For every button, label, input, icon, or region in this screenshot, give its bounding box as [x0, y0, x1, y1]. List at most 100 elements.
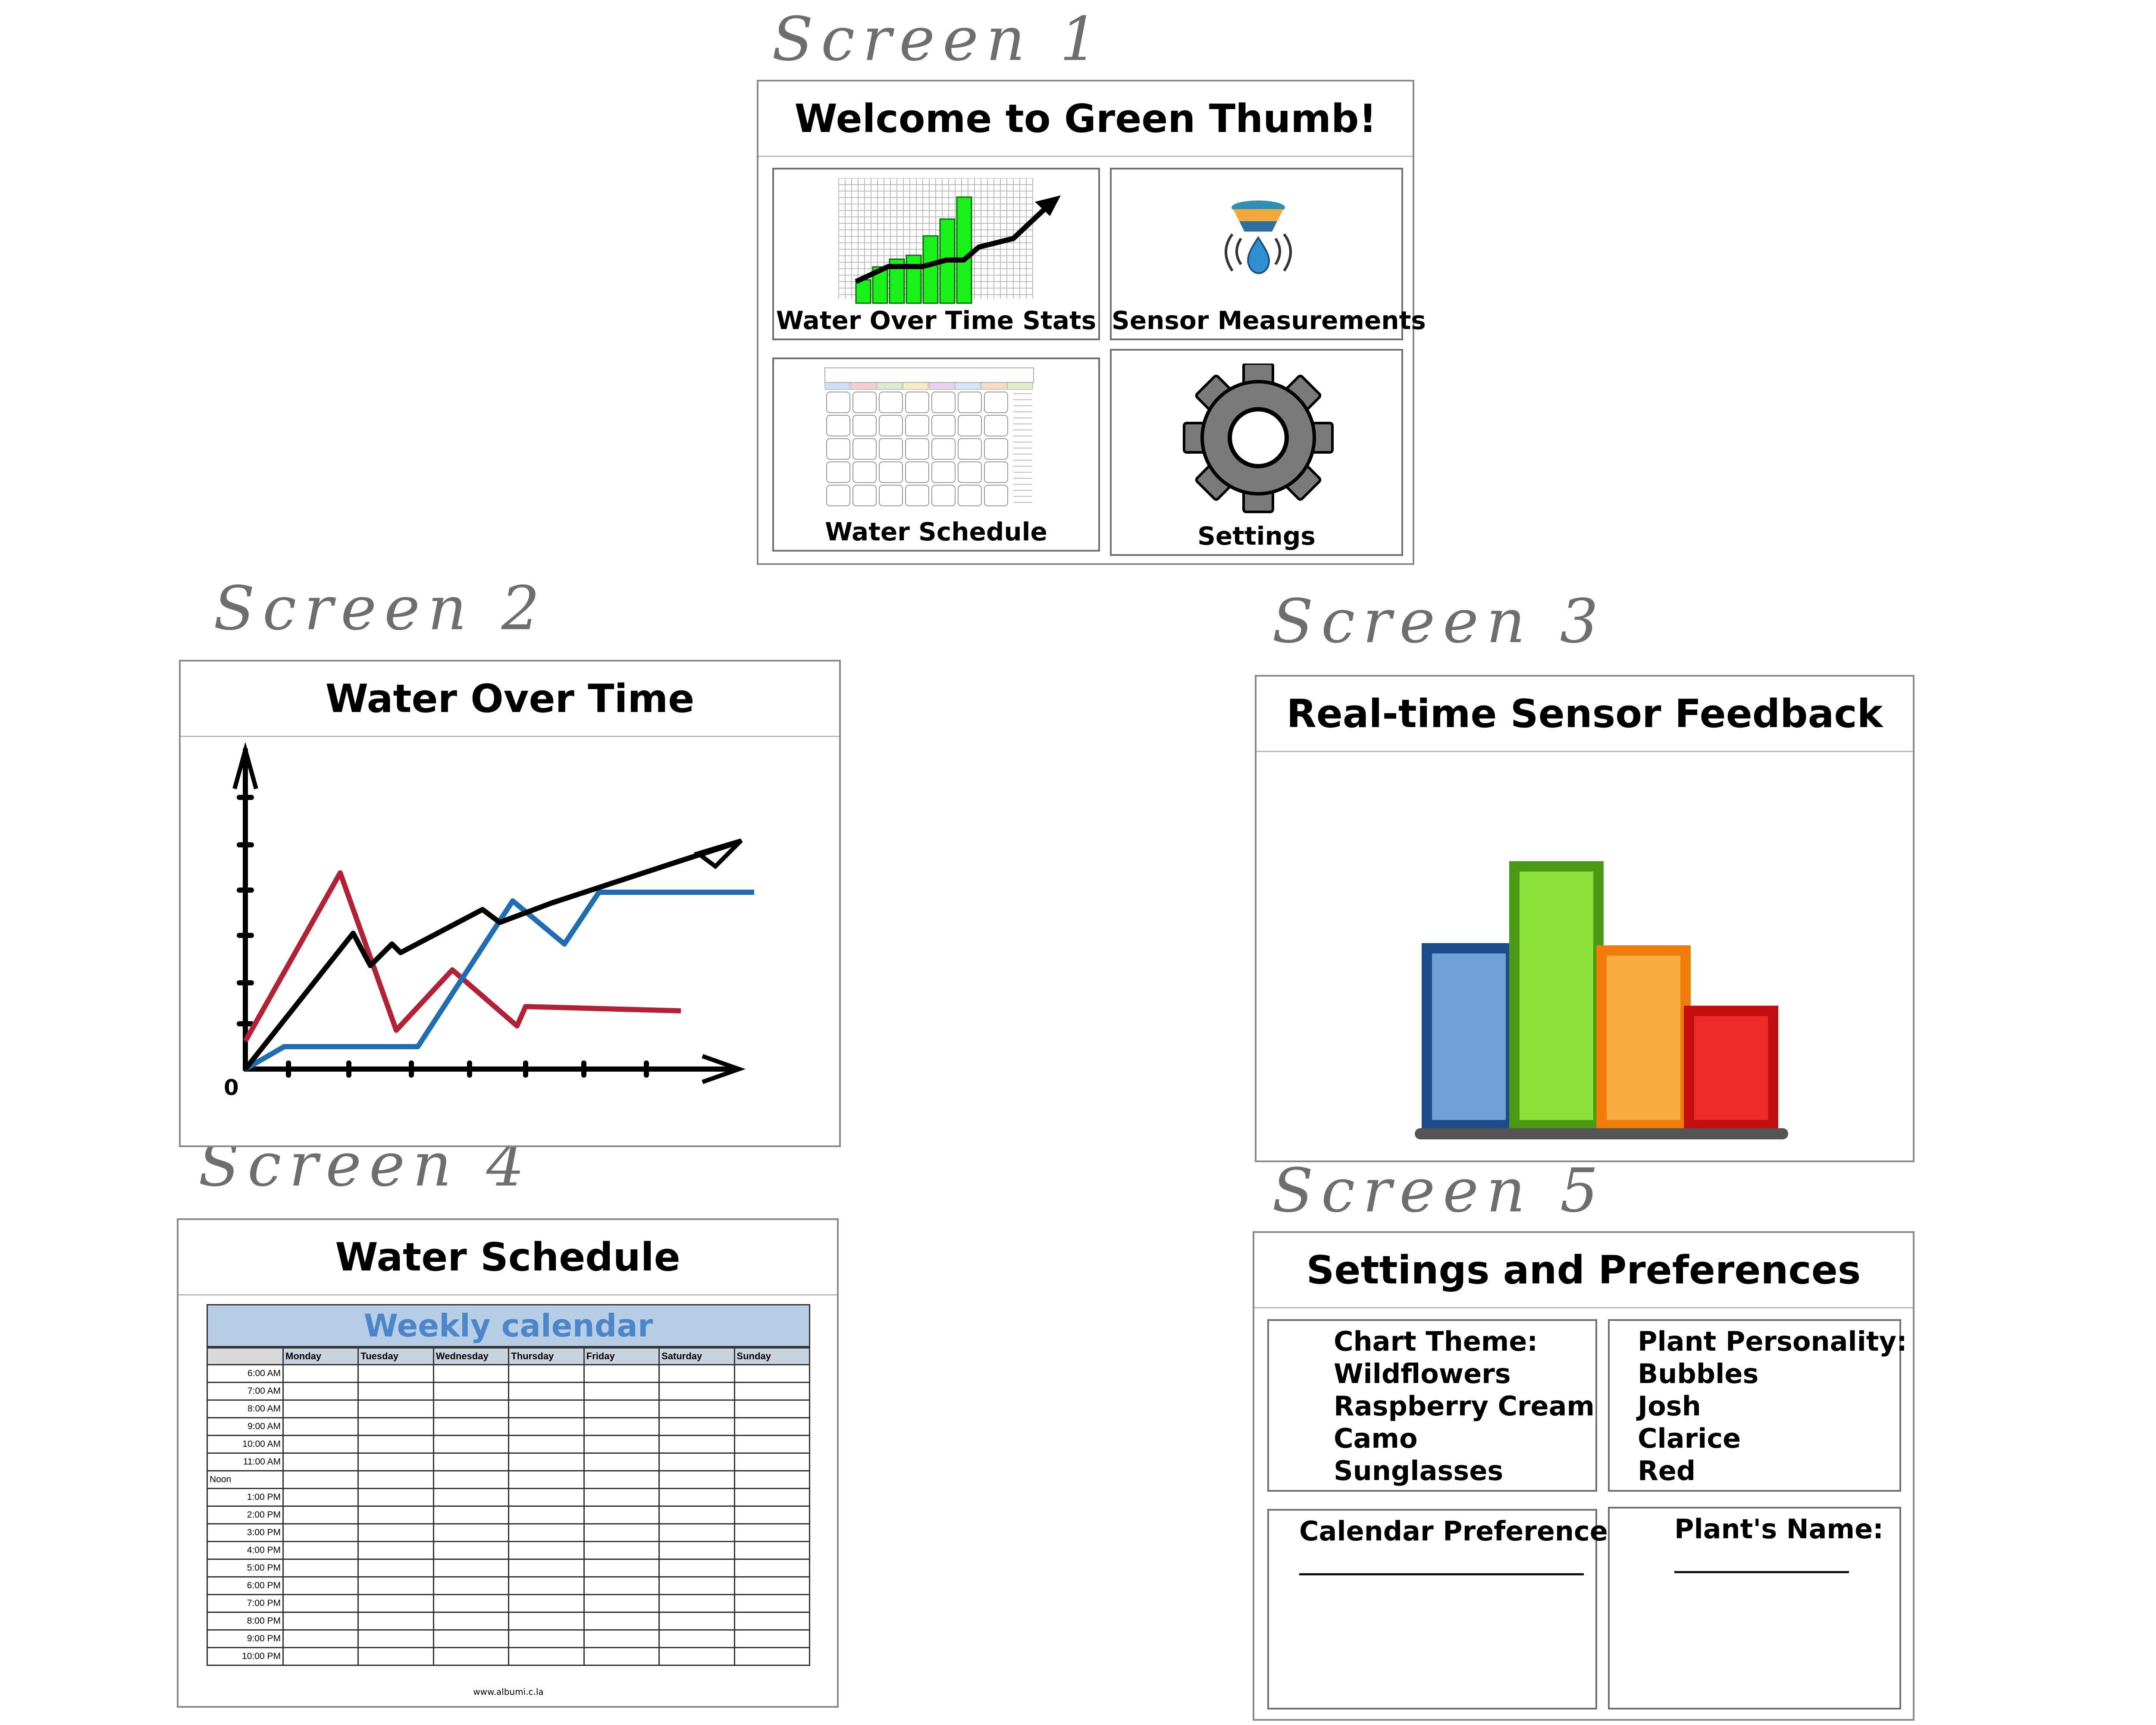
calendar-slot[interactable]: [508, 1647, 585, 1666]
calendar-slot[interactable]: [658, 1417, 735, 1436]
calendar-slot[interactable]: [357, 1488, 434, 1507]
calendar-slot[interactable]: [583, 1594, 660, 1613]
calendar-slot[interactable]: [583, 1435, 660, 1454]
calendar-slot[interactable]: [583, 1559, 660, 1578]
sensor-tile[interactable]: Sensor Measurements: [1110, 168, 1426, 340]
calendar-slot[interactable]: [583, 1523, 660, 1542]
calendar-slot[interactable]: [508, 1470, 585, 1489]
calendar-slot[interactable]: [508, 1594, 585, 1613]
calendar-slot[interactable]: [583, 1488, 660, 1507]
calendar-slot[interactable]: [282, 1523, 359, 1542]
calendar-slot[interactable]: [357, 1417, 434, 1436]
calendar-slot[interactable]: [432, 1452, 510, 1471]
calendar-slot[interactable]: [733, 1629, 811, 1648]
plant-personality-option[interactable]: Josh: [1638, 1390, 1907, 1422]
chart-theme-option[interactable]: Camo: [1334, 1422, 1595, 1455]
calendar-slot[interactable]: [282, 1559, 359, 1578]
calendar-slot[interactable]: [508, 1505, 585, 1524]
calendar-slot[interactable]: [282, 1452, 359, 1471]
calendar-slot[interactable]: [658, 1559, 735, 1578]
calendar-slot[interactable]: [432, 1612, 510, 1631]
calendar-slot[interactable]: [658, 1594, 735, 1613]
calendar-slot[interactable]: [432, 1629, 510, 1648]
calendar-slot[interactable]: [733, 1364, 811, 1383]
calendar-slot[interactable]: [508, 1452, 585, 1471]
calendar-slot[interactable]: [282, 1612, 359, 1631]
calendar-slot[interactable]: [432, 1399, 510, 1418]
calendar-slot[interactable]: [733, 1647, 811, 1666]
calendar-slot[interactable]: [583, 1452, 660, 1471]
calendar-slot[interactable]: [282, 1470, 359, 1489]
chart-theme-option[interactable]: Wildflowers: [1334, 1358, 1595, 1390]
plant-personality-box[interactable]: Plant Personality: Bubbles Josh Clarice …: [1608, 1319, 1907, 1492]
calendar-slot[interactable]: [432, 1382, 510, 1401]
calendar-slot[interactable]: [508, 1612, 585, 1631]
calendar-slot[interactable]: [583, 1576, 660, 1595]
calendar-slot[interactable]: [733, 1612, 811, 1631]
calendar-slot[interactable]: [733, 1523, 811, 1542]
calendar-slot[interactable]: [658, 1541, 735, 1560]
calendar-slot[interactable]: [658, 1612, 735, 1631]
calendar-slot[interactable]: [733, 1470, 811, 1489]
calendar-slot[interactable]: [282, 1647, 359, 1666]
calendar-slot[interactable]: [432, 1417, 510, 1436]
settings-tile[interactable]: Settings: [1110, 349, 1403, 556]
calendar-slot[interactable]: [733, 1382, 811, 1401]
calendar-slot[interactable]: [508, 1523, 585, 1542]
calendar-slot[interactable]: [357, 1594, 434, 1613]
water-stats-tile[interactable]: Water Over Time Stats: [772, 168, 1100, 340]
calendar-slot[interactable]: [658, 1452, 735, 1471]
calendar-slot[interactable]: [583, 1470, 660, 1489]
calendar-slot[interactable]: [733, 1505, 811, 1524]
calendar-slot[interactable]: [357, 1541, 434, 1560]
plant-name-input[interactable]: [1674, 1571, 1849, 1573]
calendar-preferences-box[interactable]: Calendar Preferences:: [1267, 1509, 1635, 1709]
calendar-slot[interactable]: [282, 1417, 359, 1436]
calendar-slot[interactable]: [357, 1629, 434, 1648]
calendar-slot[interactable]: [583, 1629, 660, 1648]
calendar-slot[interactable]: [282, 1382, 359, 1401]
calendar-slot[interactable]: [658, 1629, 735, 1648]
calendar-slot[interactable]: [658, 1382, 735, 1401]
calendar-slot[interactable]: [282, 1505, 359, 1524]
calendar-slot[interactable]: [282, 1541, 359, 1560]
calendar-slot[interactable]: [508, 1488, 585, 1507]
chart-theme-box[interactable]: Chart Theme: Wildflowers Raspberry Cream…: [1267, 1319, 1597, 1492]
calendar-slot[interactable]: [508, 1435, 585, 1454]
calendar-slot[interactable]: [658, 1647, 735, 1666]
calendar-slot[interactable]: [282, 1399, 359, 1418]
chart-theme-option[interactable]: Sunglasses: [1334, 1455, 1595, 1487]
calendar-slot[interactable]: [583, 1382, 660, 1401]
calendar-slot[interactable]: [733, 1452, 811, 1471]
calendar-slot[interactable]: [733, 1594, 811, 1613]
calendar-slot[interactable]: [508, 1576, 585, 1595]
calendar-slot[interactable]: [583, 1541, 660, 1560]
plant-personality-option[interactable]: Clarice: [1638, 1422, 1907, 1455]
calendar-slot[interactable]: [658, 1470, 735, 1489]
calendar-slot[interactable]: [508, 1382, 585, 1401]
calendar-slot[interactable]: [658, 1488, 735, 1507]
calendar-slot[interactable]: [357, 1470, 434, 1489]
calendar-slot[interactable]: [583, 1364, 660, 1383]
calendar-slot[interactable]: [658, 1576, 735, 1595]
calendar-slot[interactable]: [733, 1417, 811, 1436]
calendar-slot[interactable]: [357, 1559, 434, 1578]
calendar-slot[interactable]: [357, 1647, 434, 1666]
calendar-slot[interactable]: [432, 1647, 510, 1666]
calendar-slot[interactable]: [508, 1559, 585, 1578]
calendar-slot[interactable]: [432, 1505, 510, 1524]
calendar-slot[interactable]: [583, 1647, 660, 1666]
calendar-slot[interactable]: [658, 1435, 735, 1454]
calendar-slot[interactable]: [432, 1435, 510, 1454]
calendar-slot[interactable]: [357, 1576, 434, 1595]
calendar-slot[interactable]: [432, 1523, 510, 1542]
calendar-slot[interactable]: [658, 1364, 735, 1383]
calendar-slot[interactable]: [583, 1612, 660, 1631]
calendar-slot[interactable]: [733, 1399, 811, 1418]
calendar-slot[interactable]: [432, 1364, 510, 1383]
calendar-slot[interactable]: [432, 1559, 510, 1578]
calendar-slot[interactable]: [357, 1612, 434, 1631]
calendar-slot[interactable]: [357, 1505, 434, 1524]
calendar-slot[interactable]: [432, 1541, 510, 1560]
calendar-slot[interactable]: [432, 1470, 510, 1489]
